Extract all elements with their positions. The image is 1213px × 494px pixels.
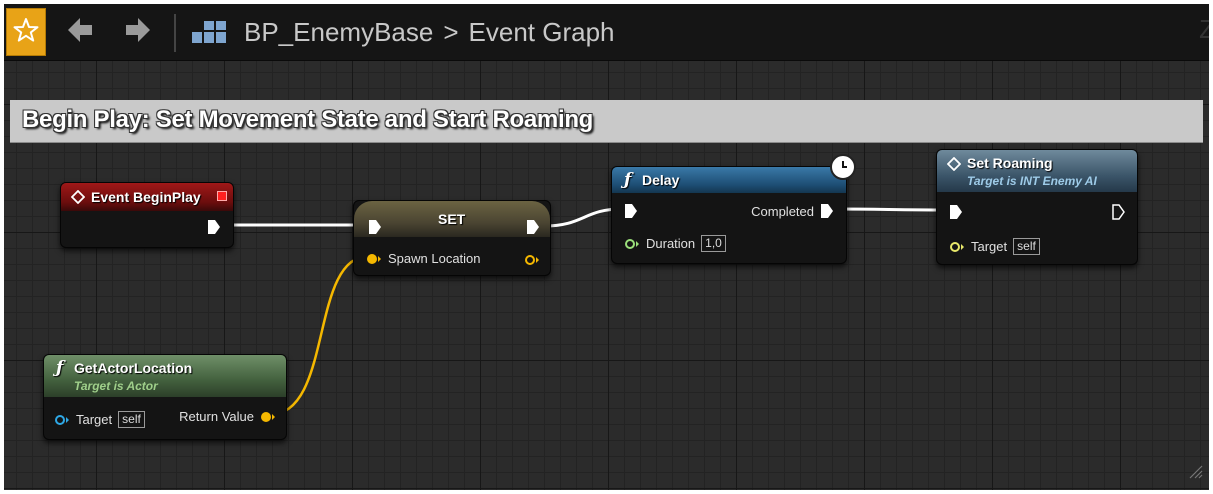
graph-canvas[interactable]: BP_EnemyBase > Event Graph Z Begin Play:… xyxy=(4,4,1209,490)
pin-label: Duration xyxy=(646,236,696,251)
function-icon: ƒ xyxy=(624,170,632,190)
interface-message-icon xyxy=(946,156,962,174)
pin-label: Target xyxy=(971,239,1008,254)
delay-node[interactable]: ƒ Delay Completed Duration 1,0 xyxy=(611,166,847,264)
exec-input-pin[interactable] xyxy=(624,203,638,224)
exec-output-pin[interactable] xyxy=(820,203,834,219)
vector-pin-icon[interactable] xyxy=(260,411,276,423)
interface-pin-icon xyxy=(950,241,964,252)
target-value-field[interactable]: self xyxy=(118,411,145,428)
pin-label: Return Value xyxy=(179,409,254,424)
node-title: SET xyxy=(438,211,466,227)
node-header: SET xyxy=(354,201,550,237)
exec-input-pin[interactable] xyxy=(368,219,382,240)
node-header: ƒ Delay xyxy=(612,167,846,193)
event-beginplay-node[interactable]: Event BeginPlay xyxy=(60,182,234,248)
node-header: Set Roaming Target is INT Enemy AI xyxy=(937,150,1137,192)
node-subtitle: Target is INT Enemy AI xyxy=(967,174,1097,188)
get-actor-location-node[interactable]: ƒ GetActorLocation Target is Actor Targe… xyxy=(43,354,287,440)
pin-label: Target xyxy=(76,412,113,427)
output-delegate-pin[interactable] xyxy=(217,191,227,201)
spawn-location-output-pin[interactable] xyxy=(524,253,540,271)
exec-wire-delay-roaming[interactable] xyxy=(833,207,949,212)
event-diamond-icon xyxy=(70,189,86,207)
set-variable-node[interactable]: SET Spawn Location xyxy=(353,200,551,276)
pin-label: Spawn Location xyxy=(388,251,481,266)
exec-output-pin[interactable] xyxy=(207,219,221,240)
node-title: Set Roaming xyxy=(967,155,1053,171)
node-title: GetActorLocation xyxy=(74,360,193,376)
exec-output-pin[interactable] xyxy=(1111,204,1125,225)
return-value-output[interactable]: Return Value xyxy=(179,409,276,424)
node-subtitle: Target is Actor xyxy=(74,379,158,393)
node-title: Delay xyxy=(642,172,680,188)
exec-output-pin[interactable] xyxy=(526,219,540,240)
function-icon: ƒ xyxy=(56,358,64,378)
target-input[interactable]: Target self xyxy=(54,411,145,428)
vector-pin-icon xyxy=(367,253,381,264)
duration-value-field[interactable]: 1,0 xyxy=(701,235,726,252)
clock-icon xyxy=(830,154,856,180)
float-pin-icon xyxy=(625,238,639,249)
resize-grip-icon[interactable] xyxy=(1187,463,1203,484)
completed-output[interactable]: Completed xyxy=(751,203,834,219)
duration-input[interactable]: Duration 1,0 xyxy=(624,235,726,252)
node-header: Event BeginPlay xyxy=(61,183,233,211)
exec-input-pin[interactable] xyxy=(949,204,963,225)
spawn-location-input[interactable]: Spawn Location xyxy=(366,251,481,266)
object-pin-icon xyxy=(55,414,69,425)
target-value-field[interactable]: self xyxy=(1013,238,1040,255)
node-title: Event BeginPlay xyxy=(91,189,201,205)
set-roaming-node[interactable]: Set Roaming Target is INT Enemy AI Targe… xyxy=(936,149,1138,265)
pin-label: Completed xyxy=(751,203,814,219)
target-input[interactable]: Target self xyxy=(949,238,1040,255)
node-header: ƒ GetActorLocation Target is Actor xyxy=(44,355,286,397)
